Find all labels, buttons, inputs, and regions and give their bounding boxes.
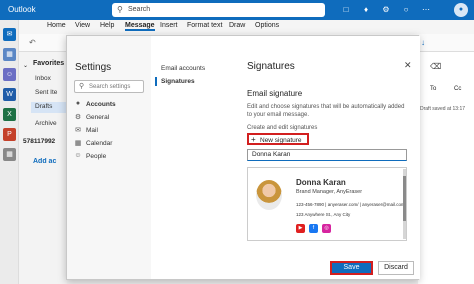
tab-insert[interactable]: Insert (160, 22, 178, 29)
youtube-icon: ▶ (296, 224, 305, 233)
avatar[interactable]: ● (454, 3, 468, 17)
subnav-selection-indicator (155, 77, 157, 86)
editor-scrollbar-thumb[interactable] (403, 176, 406, 221)
signature-address: 123 Anywhere St., Any City (296, 212, 351, 217)
facebook-icon: f (309, 224, 318, 233)
signatures-content: Signatures ✕ Email signature Edit and ch… (239, 36, 420, 279)
nav-mail[interactable]: ✉ Mail (74, 125, 148, 137)
nav-general-label: General (86, 114, 110, 121)
folder-drafts[interactable]: Drafts (31, 102, 67, 113)
search-placeholder: Search (128, 6, 151, 13)
section-description: Edit and choose signatures that will be … (247, 104, 405, 118)
mail-app-icon[interactable]: ✉ (3, 28, 16, 41)
tab-options[interactable]: Options (255, 22, 279, 29)
excel-icon[interactable]: X (3, 108, 16, 121)
nav-people-label: People (86, 153, 107, 160)
nav-calendar-label: Calendar (86, 140, 113, 147)
folder-sent[interactable]: Sent Ite (35, 89, 67, 96)
new-signature-button[interactable]: + New signature (247, 133, 309, 145)
account-name[interactable]: 578117992 (23, 138, 67, 145)
mytips-icon[interactable]: □ (340, 4, 352, 16)
add-account-link[interactable]: Add ac (33, 158, 67, 165)
settings-search-input[interactable]: ⚲ Search settings (74, 80, 144, 93)
search-icon: ⚲ (117, 5, 123, 14)
apps-icon[interactable]: ▦ (3, 148, 16, 161)
to-label: To (430, 86, 437, 92)
search-icon: ⚲ (79, 83, 85, 90)
tab-help[interactable]: Help (100, 22, 114, 29)
app-rail: ✉ ▦ ☺ W X P ▦ (0, 20, 19, 284)
calendar-app-icon[interactable]: ▦ (3, 48, 16, 61)
nav-accounts[interactable]: ● Accounts (74, 99, 148, 111)
draft-saved-note: Draft saved at 13:17 (420, 106, 466, 112)
settings-search-placeholder: Search settings (89, 84, 131, 90)
folder-archive[interactable]: Archive (35, 120, 67, 127)
chevron-down-icon[interactable]: ⌄ (23, 62, 28, 69)
nav-people[interactable]: ☺ People (74, 151, 148, 163)
settings-dialog: Settings ⚲ Search settings ● Accounts ⚙ … (66, 35, 420, 280)
tab-view[interactable]: View (75, 22, 90, 29)
title-bar: Outlook ⚲ Search □ ♦ ⚙ ○ ⋯ ● (0, 0, 474, 20)
favorites-heading[interactable]: Favorites (33, 60, 64, 67)
plus-icon: + (251, 135, 256, 144)
search-input[interactable]: ⚲ Search (112, 3, 325, 17)
word-icon[interactable]: W (3, 88, 16, 101)
chevron-down-icon[interactable]: ↓ (421, 38, 425, 47)
people-app-icon[interactable]: ☺ (3, 68, 16, 81)
delete-icon[interactable]: ⌫ (430, 62, 441, 71)
app-title: Outlook (8, 5, 36, 14)
ribbon-tabs: Home View Help Message Insert Format tex… (19, 20, 474, 34)
mail-icon: ✉ (75, 127, 81, 134)
compose-pane: ⌫ To Cc Draft saved at 13:17 (418, 52, 474, 284)
nav-general[interactable]: ⚙ General (74, 112, 148, 124)
signature-role: Brand Manager, AnyEraser (296, 189, 363, 195)
signature-person-name: Donna Karan (296, 178, 346, 187)
nav-accounts-label: Accounts (86, 101, 116, 108)
settings-subnav: Email accounts Signatures (153, 36, 237, 279)
subnav-signatures[interactable]: Signatures (161, 78, 195, 85)
tab-message[interactable]: Message (125, 22, 155, 31)
signature-name-input[interactable]: Donna Karan (247, 149, 407, 161)
nav-calendar[interactable]: ▦ Calendar (74, 138, 148, 150)
section-title: Email signature (247, 89, 303, 98)
save-button[interactable]: Save (330, 261, 373, 275)
nav-mail-label: Mail (86, 127, 98, 134)
cc-label[interactable]: Cc (454, 86, 461, 92)
tab-format-text[interactable]: Format text (187, 22, 222, 29)
folder-inbox[interactable]: Inbox (35, 75, 67, 82)
signature-editor[interactable]: Donna Karan Brand Manager, AnyEraser 123… (247, 167, 407, 241)
signature-photo (256, 180, 282, 210)
new-signature-label: New signature (260, 137, 302, 144)
people-icon: ☺ (74, 152, 82, 159)
lightbulb-icon[interactable]: ○ (400, 4, 412, 16)
folder-pane: ⌄ Favorites Inbox Sent Ite Drafts Archiv… (19, 52, 67, 284)
create-label: Create and edit signatures (247, 125, 318, 131)
tab-home[interactable]: Home (47, 22, 66, 29)
calendar-icon: ▦ (74, 140, 82, 147)
undo-icon[interactable]: ↶ (29, 38, 36, 47)
close-icon[interactable]: ✕ (404, 60, 412, 71)
subnav-email-accounts[interactable]: Email accounts (161, 65, 205, 72)
instagram-icon: ◎ (322, 224, 331, 233)
signature-contacts: 123-456-7890 | anyeraser.com/ | anyerase… (296, 202, 405, 207)
tab-draw[interactable]: Draw (229, 22, 245, 29)
discard-button[interactable]: Discard (378, 261, 414, 275)
gear-icon[interactable]: ⚙ (380, 4, 392, 16)
powerpoint-icon[interactable]: P (3, 128, 16, 141)
content-title: Signatures (247, 61, 295, 72)
person-icon: ● (75, 100, 81, 107)
gear-icon: ⚙ (74, 114, 82, 121)
bell-icon[interactable]: ♦ (360, 4, 372, 16)
settings-title: Settings (75, 62, 112, 73)
settings-nav: Settings ⚲ Search settings ● Accounts ⚙ … (67, 36, 151, 279)
more-icon[interactable]: ⋯ (420, 4, 432, 16)
